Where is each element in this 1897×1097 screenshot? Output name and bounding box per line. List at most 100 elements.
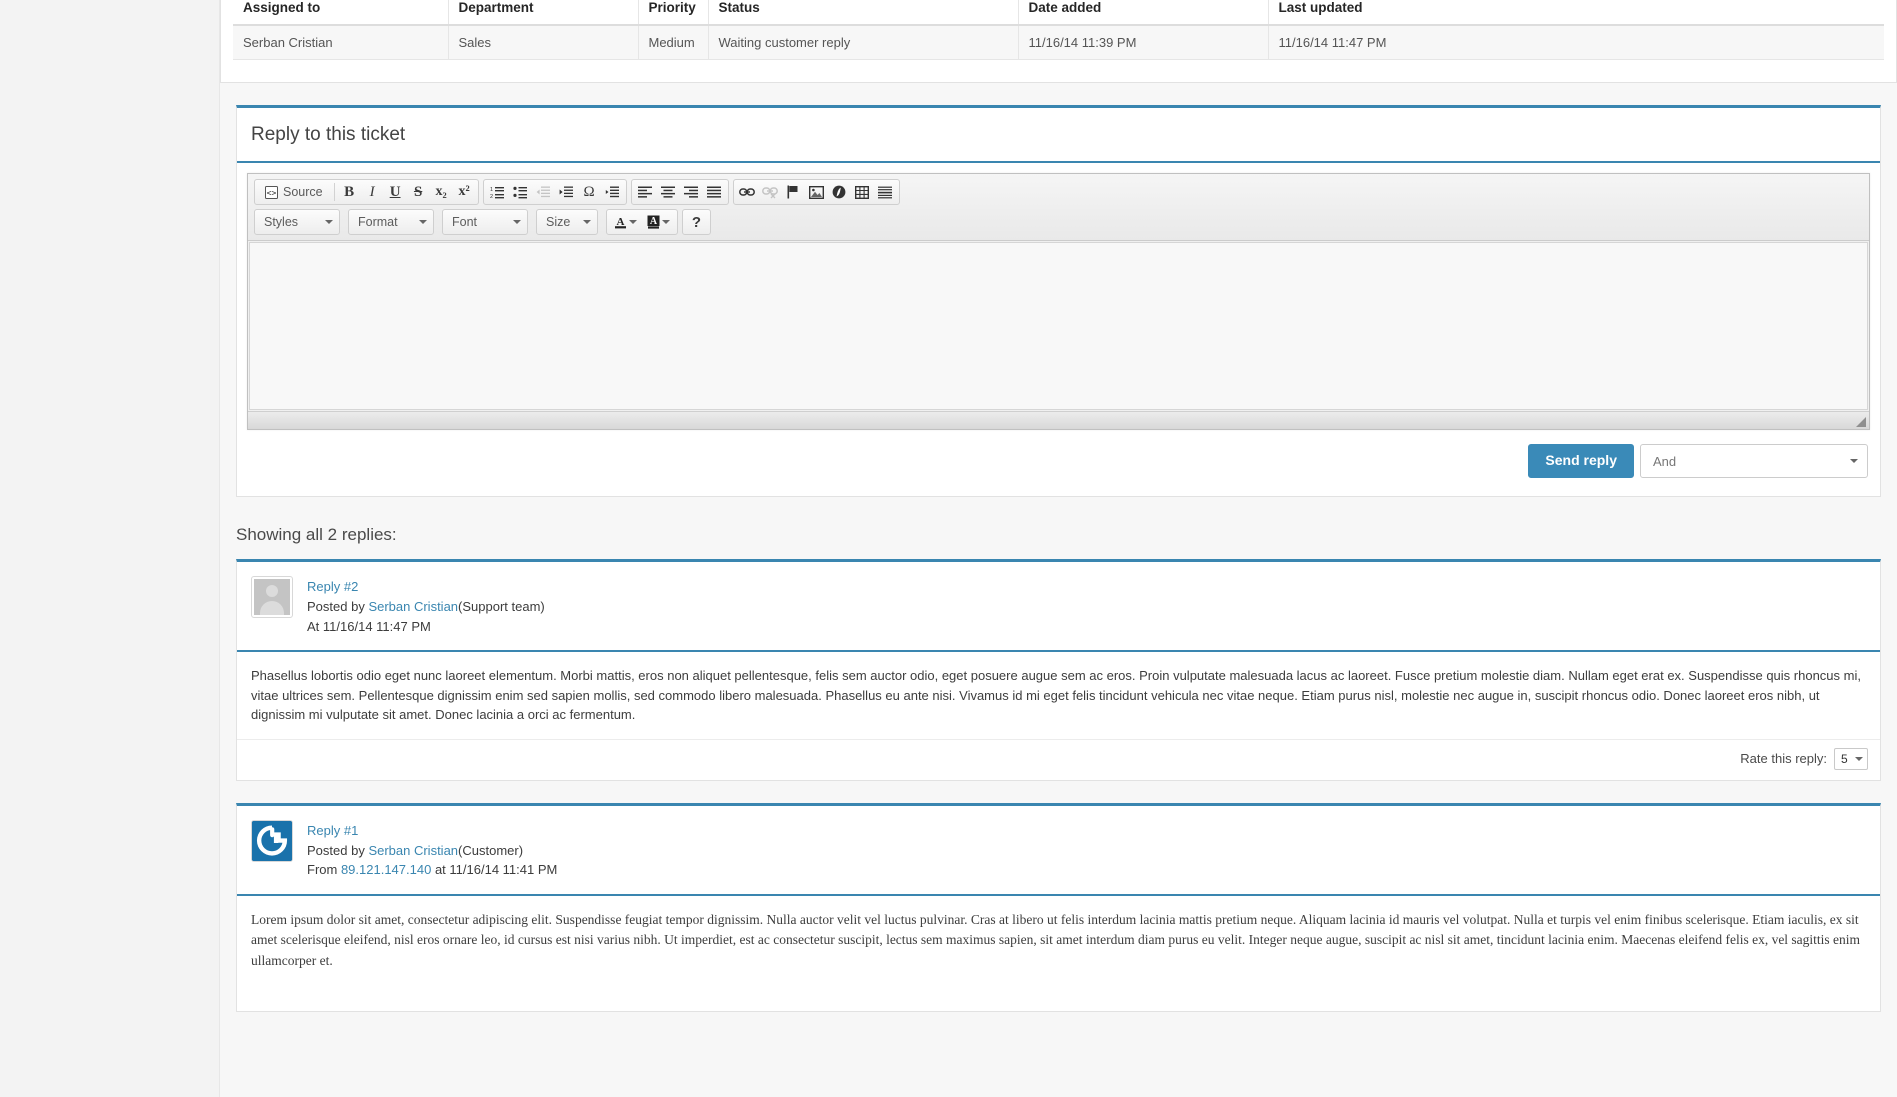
flash-icon[interactable]: [828, 181, 851, 203]
toolbar-group-align: [631, 179, 729, 205]
horizontal-rule-icon[interactable]: [874, 181, 897, 203]
toolbar-divider: [334, 183, 335, 201]
table-icon[interactable]: [851, 181, 874, 203]
at-label: At: [307, 619, 323, 634]
rate-reply-label: Rate this reply:: [1740, 751, 1827, 766]
editor-resize-handle[interactable]: [1856, 417, 1866, 427]
about-help-icon[interactable]: ?: [685, 211, 708, 233]
col-last-updated: Last updated: [1268, 0, 1884, 25]
bulleted-list-icon[interactable]: [509, 181, 532, 203]
cell-date-added: 11/16/14 11:39 PM: [1018, 25, 1268, 60]
chevron-down-icon: [1850, 459, 1858, 463]
rate-reply-select[interactable]: 5: [1834, 748, 1868, 770]
table-row: Serban Cristian Sales Medium Waiting cus…: [233, 25, 1884, 60]
chevron-down-icon: [325, 220, 333, 224]
text-color-icon[interactable]: A: [609, 211, 642, 233]
svg-text:1: 1: [490, 187, 493, 193]
styles-combo[interactable]: Styles: [254, 209, 340, 235]
special-character-icon[interactable]: Ω: [578, 181, 601, 203]
toolbar-row-1: <> Source B I U S x₂ x²: [254, 179, 1865, 205]
cell-last-updated: 11/16/14 11:47 PM: [1268, 25, 1884, 60]
toolbar-group-lists: 12 Ω: [483, 179, 627, 205]
posted-by-label: Posted by: [307, 599, 368, 614]
format-combo-label: Format: [358, 215, 398, 229]
reply-meta: Reply #2 Posted by Serban Cristian(Suppo…: [307, 576, 545, 636]
strikethrough-button[interactable]: S: [407, 181, 430, 203]
posted-by-label: Posted by: [307, 843, 368, 858]
from-label: From: [307, 862, 341, 877]
background-color-icon[interactable]: A: [642, 211, 675, 233]
align-right-icon[interactable]: [680, 181, 703, 203]
ckeditor[interactable]: <> Source B I U S x₂ x²: [247, 173, 1870, 430]
ticket-meta-table: Assigned to Department Priority Status D…: [233, 0, 1884, 60]
left-sidebar-rail: [0, 0, 220, 1097]
panel-title: Reply to this ticket: [237, 108, 1880, 163]
source-button[interactable]: <> Source: [257, 181, 331, 203]
placeholder-avatar-icon: [251, 576, 293, 618]
italic-button[interactable]: I: [361, 181, 384, 203]
align-justify-icon[interactable]: [703, 181, 726, 203]
cell-assigned-to: Serban Cristian: [233, 25, 448, 60]
reply-header: Reply #1 Posted by Serban Cristian(Custo…: [237, 806, 1880, 896]
bold-button[interactable]: B: [338, 181, 361, 203]
image-icon[interactable]: [805, 181, 828, 203]
author-link[interactable]: Serban Cristian: [368, 843, 458, 858]
align-center-icon[interactable]: [657, 181, 680, 203]
svg-text:<>: <>: [267, 188, 277, 197]
chevron-down-icon: [1855, 757, 1863, 761]
reply-timestamp: 11/16/14 11:47 PM: [323, 619, 431, 634]
flag-anchor-icon[interactable]: [782, 181, 805, 203]
replies-count-label: Showing all 2 replies:: [220, 519, 1897, 559]
editor-content-area[interactable]: [249, 242, 1868, 410]
link-icon[interactable]: [736, 181, 759, 203]
at-label: at: [431, 862, 449, 877]
source-label: Source: [283, 186, 323, 199]
size-combo[interactable]: Size: [536, 209, 598, 235]
cell-department: Sales: [448, 25, 638, 60]
author-link[interactable]: Serban Cristian: [368, 599, 458, 614]
reply-to-ticket-panel: Reply to this ticket <> Source: [236, 105, 1881, 497]
reply-body-text: Phasellus lobortis odio eget nunc laoree…: [237, 652, 1880, 739]
font-combo[interactable]: Font: [442, 209, 528, 235]
styles-combo-label: Styles: [264, 215, 298, 229]
format-combo[interactable]: Format: [348, 209, 434, 235]
editor-toolbar: <> Source B I U S x₂ x²: [248, 174, 1869, 241]
reply-card-2: Reply #2 Posted by Serban Cristian(Suppo…: [236, 559, 1881, 781]
author-role: (Customer): [458, 843, 523, 858]
svg-text:A: A: [617, 216, 625, 228]
subscript-button[interactable]: x₂: [430, 181, 453, 203]
chevron-down-icon: [629, 220, 637, 224]
toolbar-group-about: ?: [682, 209, 711, 235]
and-action-value: And: [1653, 454, 1676, 469]
reply-timestamp: 11/16/14 11:41 PM: [449, 862, 557, 877]
indent-icon[interactable]: [555, 181, 578, 203]
reply-title-link[interactable]: Reply #2: [307, 579, 358, 594]
underline-button[interactable]: U: [384, 181, 407, 203]
main-content: Assigned to Department Priority Status D…: [220, 0, 1897, 1097]
reply-card-1: Reply #1 Posted by Serban Cristian(Custo…: [236, 803, 1881, 1012]
font-combo-label: Font: [452, 215, 477, 229]
reply-header: Reply #2 Posted by Serban Cristian(Suppo…: [237, 562, 1880, 652]
size-combo-label: Size: [546, 215, 570, 229]
rate-reply-value: 5: [1841, 752, 1848, 766]
toolbar-group-colors: A A: [606, 209, 678, 235]
and-action-select[interactable]: And: [1640, 444, 1868, 478]
align-left-icon[interactable]: [634, 181, 657, 203]
reply-title-link[interactable]: Reply #1: [307, 823, 358, 838]
ip-address-link[interactable]: 89.121.147.140: [341, 862, 431, 877]
col-status: Status: [708, 0, 1018, 25]
outdent-icon[interactable]: [532, 181, 555, 203]
send-reply-button[interactable]: Send reply: [1528, 444, 1634, 477]
superscript-button[interactable]: x²: [453, 181, 476, 203]
unlink-icon[interactable]: [759, 181, 782, 203]
chevron-down-icon: [662, 220, 670, 224]
table-header-row: Assigned to Department Priority Status D…: [233, 0, 1884, 25]
chevron-down-icon: [419, 220, 427, 224]
numbered-list-icon[interactable]: 12: [486, 181, 509, 203]
reply-action-bar: Send reply And: [237, 430, 1880, 496]
blockquote-icon[interactable]: [601, 181, 624, 203]
chevron-down-icon: [583, 220, 591, 224]
editor-status-bar: [248, 411, 1869, 429]
reply-body-text: Lorem ipsum dolor sit amet, consectetur …: [237, 896, 1880, 985]
svg-text:A: A: [650, 216, 658, 227]
